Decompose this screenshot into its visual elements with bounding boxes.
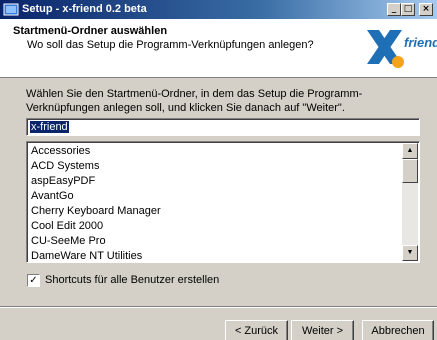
logo-text: friend	[404, 35, 437, 50]
arrow-down-icon: ▼	[406, 249, 414, 256]
title-bar[interactable]: Setup - x-friend 0.2 beta _ □ ×	[0, 0, 437, 19]
folder-list-item[interactable]: Cool Edit 2000	[31, 219, 103, 234]
wizard-header: Startmenü-Ordner auswählen Wo soll das S…	[0, 19, 437, 78]
close-icon: ×	[422, 4, 430, 14]
folder-list[interactable]: Accessories ACD Systems aspEasyPDF Avant…	[26, 141, 420, 263]
footer-divider	[0, 306, 437, 308]
x-friend-logo: friend	[367, 30, 437, 68]
all-users-label[interactable]: Shortcuts für alle Benutzer erstellen	[45, 274, 219, 286]
folder-name-value: x-friend	[30, 121, 69, 133]
cancel-button[interactable]: Abbrechen	[362, 320, 434, 340]
back-button[interactable]: < Zurück	[225, 320, 288, 340]
page-title: Startmenü-Ordner auswählen	[13, 25, 168, 37]
window-title: Setup - x-friend 0.2 beta	[22, 3, 147, 15]
folder-list-item[interactable]: AvantGo	[31, 189, 74, 204]
folder-list-item[interactable]: Cherry Keyboard Manager	[31, 204, 161, 219]
folder-list-item[interactable]: Accessories	[31, 144, 90, 159]
scroll-thumb[interactable]	[402, 159, 418, 183]
checkmark-icon: ✓	[29, 275, 38, 286]
all-users-checkbox[interactable]: ✓	[27, 274, 40, 287]
folder-list-item[interactable]: aspEasyPDF	[31, 174, 95, 189]
setup-app-icon	[3, 3, 19, 16]
page-subtitle: Wo soll das Setup die Programm-Verknüpfu…	[27, 39, 314, 51]
arrow-up-icon: ▲	[406, 147, 414, 154]
setup-window: Setup - x-friend 0.2 beta _ □ × Startmen…	[0, 0, 437, 340]
scroll-up-button[interactable]: ▲	[402, 143, 418, 159]
scroll-down-button[interactable]: ▼	[402, 245, 418, 261]
folder-list-item[interactable]: ACD Systems	[31, 159, 99, 174]
maximize-icon: □	[403, 4, 413, 14]
minimize-icon: _	[391, 4, 397, 14]
folder-list-item[interactable]: DameWare NT Utilities	[31, 249, 142, 262]
maximize-button[interactable]: □	[401, 3, 415, 16]
minimize-button[interactable]: _	[387, 3, 401, 16]
intro-text: Wählen Sie den Startmenü-Ordner, in dem …	[26, 88, 363, 114]
folder-list-item[interactable]: CU-SeeMe Pro	[31, 234, 106, 249]
next-button[interactable]: Weiter >	[291, 320, 354, 340]
close-button[interactable]: ×	[419, 3, 433, 16]
list-scrollbar[interactable]: ▲ ▼	[402, 143, 418, 261]
folder-name-input[interactable]: x-friend	[26, 118, 420, 136]
